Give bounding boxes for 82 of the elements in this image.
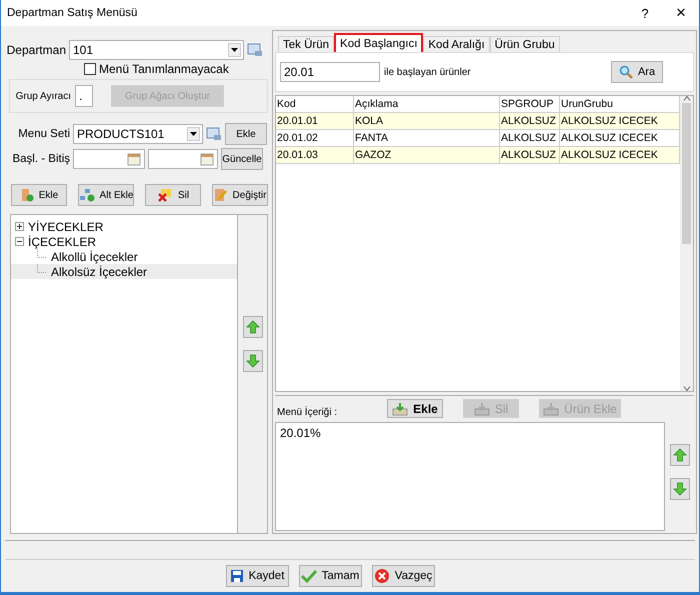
tree-line-icon (37, 249, 47, 258)
search-icon (618, 65, 633, 79)
column-header[interactable]: UrunGrubu (560, 96, 680, 112)
tray-icon (392, 402, 408, 416)
calendar-icon (127, 152, 141, 166)
toolbar-button[interactable]: Alt Ekle (78, 184, 134, 206)
tab[interactable]: Kod Başlangıcı (334, 33, 424, 52)
tree-item[interactable]: Alkolsüz İçecekler (11, 264, 237, 279)
add-child-icon (78, 188, 95, 202)
delete-icon (156, 188, 173, 202)
tree-item[interactable]: YİYECEKLER (11, 219, 237, 234)
dropdown-icon (231, 48, 238, 52)
table-cell: FANTA (354, 130, 500, 146)
move-down-button[interactable] (242, 350, 262, 372)
tray-icon (543, 402, 560, 416)
toolbar-button[interactable]: Değiştir (212, 184, 268, 206)
move-up-button[interactable] (670, 444, 690, 466)
footer-button[interactable]: Vazgeç (372, 565, 434, 587)
dropdown-icon (190, 132, 197, 136)
separator-field[interactable]: . (75, 85, 93, 107)
save-icon (230, 569, 244, 583)
table-cell: 20.01.01 (276, 113, 354, 129)
table-cell: ALKOLSUZ (500, 113, 560, 129)
column-header[interactable]: Açıklama (354, 96, 500, 112)
end-date-field[interactable] (148, 149, 218, 169)
column-header[interactable]: SPGROUP (500, 96, 560, 112)
expand-icon[interactable] (15, 222, 24, 231)
table-cell: ALKOLSUZ (500, 130, 560, 146)
tree-item[interactable]: İÇECEKLER (11, 234, 237, 249)
department-dropdown[interactable]: 101 (69, 40, 244, 60)
up-arrow-icon (246, 320, 260, 334)
start-date-field[interactable] (73, 149, 145, 169)
field-label: Menu Seti (17, 128, 70, 140)
field-label: Başl. - Bitiş (11, 153, 70, 165)
toolbar-button[interactable]: Ekle (11, 184, 67, 206)
code-prefix-field[interactable]: 20.01 (280, 62, 380, 82)
field-label: Departman (6, 43, 66, 57)
lookup-icon (206, 126, 222, 142)
field-label: Grup Ayıracı (14, 90, 71, 102)
scroll-up-icon[interactable] (682, 96, 690, 101)
tree-item[interactable]: Alkollü İçecekler (11, 249, 237, 264)
tab[interactable]: Tek Ürün (278, 36, 334, 52)
tab[interactable]: Kod Aralığı (423, 36, 490, 52)
move-up-button[interactable] (242, 316, 262, 338)
list-item[interactable]: 20.01% (280, 426, 660, 440)
scroll-down-icon[interactable] (682, 386, 690, 391)
checkmark-icon (300, 569, 317, 583)
search-button[interactable]: Ara (611, 61, 663, 83)
footer-button[interactable]: Tamam (298, 565, 362, 587)
update-button[interactable]: Güncelle (221, 148, 263, 170)
table-cell: ALKOLSUZ (500, 147, 560, 163)
up-arrow-icon (672, 448, 686, 462)
table-cell: KOLA (354, 113, 500, 129)
edit-icon (214, 188, 228, 202)
calendar-icon (200, 152, 214, 166)
window-title: Departman Satış Menüsü (7, 7, 138, 19)
table-cell: ALKOLSUZ ICECEK (560, 130, 680, 146)
search-hint-text: ile başlayan ürünler (384, 66, 472, 78)
table-cell: GAZOZ (354, 147, 500, 163)
table-cell: 20.01.03 (276, 147, 354, 163)
down-arrow-icon (246, 354, 260, 368)
table-cell: ALKOLSUZ ICECEK (560, 113, 680, 129)
collapse-icon[interactable] (15, 237, 24, 246)
footer-button[interactable]: Kaydet (226, 565, 288, 587)
table-cell: ALKOLSUZ ICECEK (560, 147, 680, 163)
tray-icon (474, 402, 490, 416)
menu-checkbox[interactable]: Menü Tanımlanmayacak (84, 62, 268, 76)
table-cell: 20.01.02 (276, 130, 354, 146)
menu-set-dropdown[interactable]: PRODUCTS101 (73, 124, 203, 144)
menu-content-label: Menü İçeriği : (277, 407, 338, 418)
toolbar-button[interactable]: Sil (145, 184, 201, 206)
down-arrow-icon (672, 482, 686, 496)
add-button[interactable]: Ekle (225, 123, 267, 145)
scrollbar[interactable] (680, 96, 693, 391)
cancel-icon (374, 568, 390, 584)
add-node-icon (20, 188, 34, 202)
lookup-icon (247, 42, 263, 58)
tab[interactable]: Ürün Grubu (490, 36, 560, 52)
move-down-button[interactable] (670, 478, 690, 500)
content-button[interactable]: Ekle (387, 399, 443, 418)
tree-line-icon (37, 264, 47, 273)
column-header[interactable]: Kod (276, 96, 354, 112)
